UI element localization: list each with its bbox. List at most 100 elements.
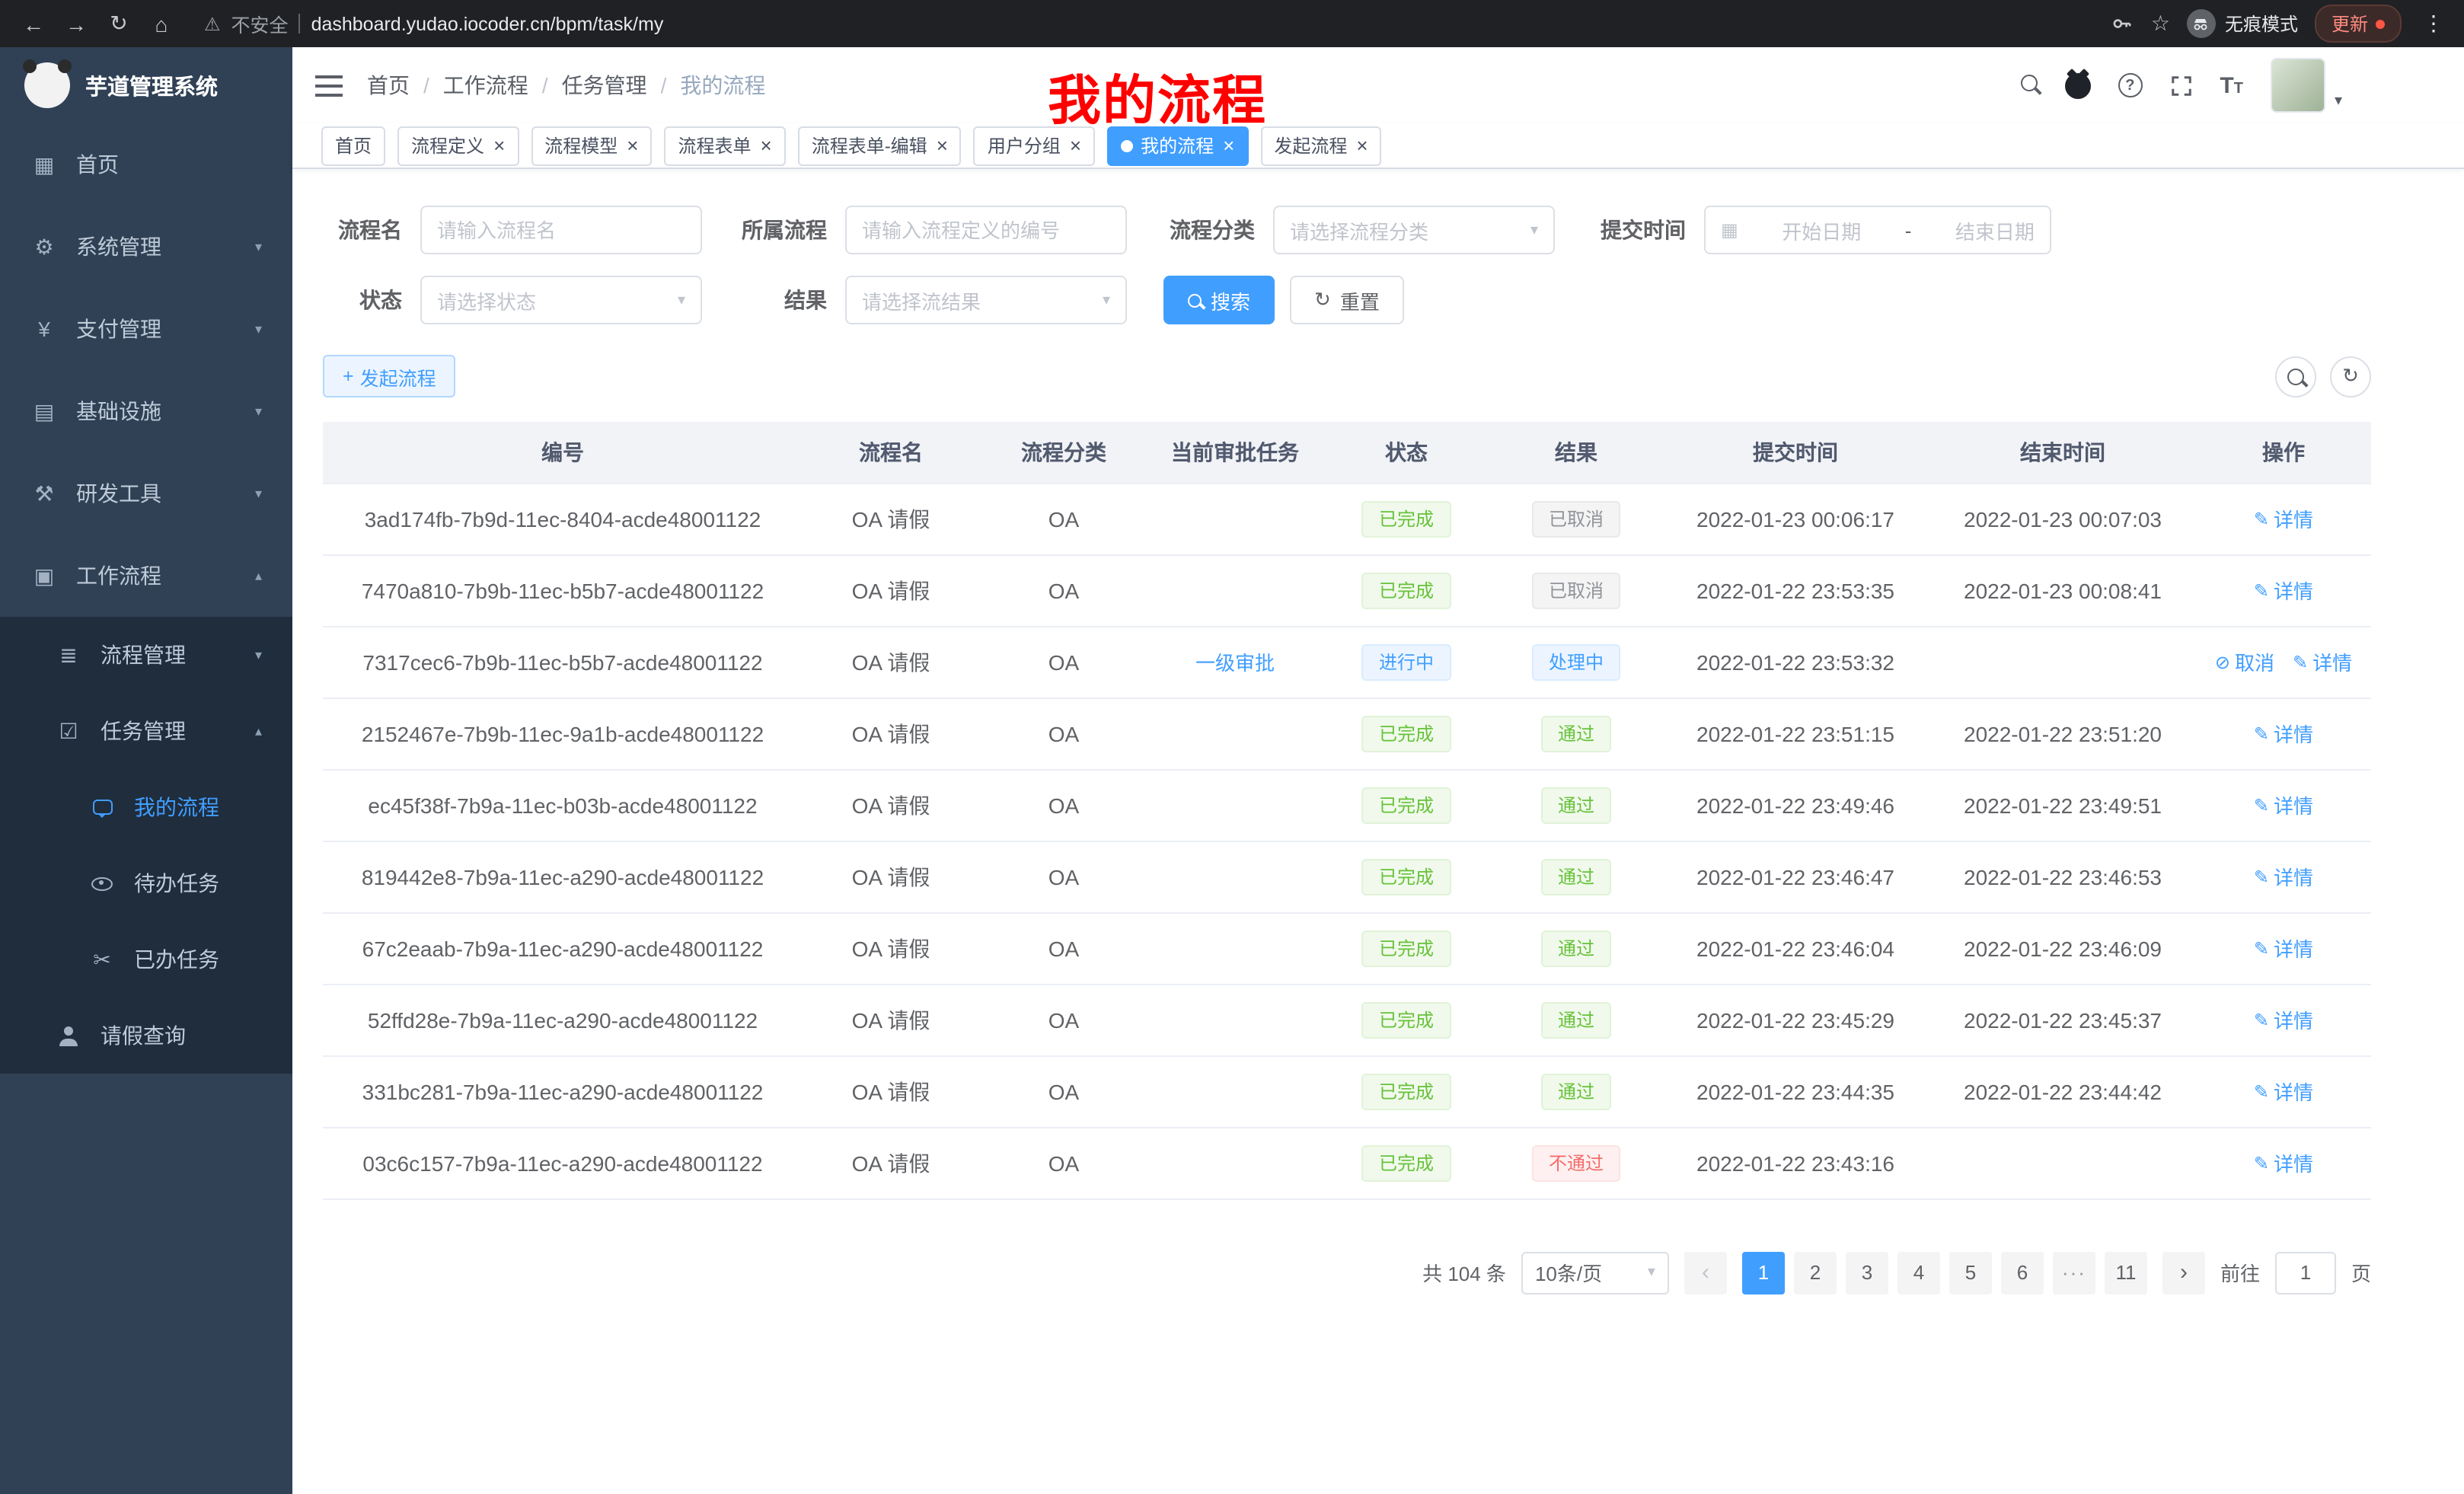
page-button[interactable]: 6 — [2001, 1251, 2044, 1294]
tab[interactable]: 流程表单-编辑 × — [798, 126, 962, 165]
sidebar-item-task-mgmt[interactable]: ☑ 任务管理 ▴ — [0, 693, 292, 769]
detail-link[interactable]: ✎ 详情 — [2254, 576, 2313, 605]
tab-close-icon[interactable]: × — [627, 136, 638, 155]
password-key-icon[interactable] — [2111, 12, 2134, 35]
detail-link[interactable]: ✎ 详情 — [2254, 1148, 2313, 1177]
edit-icon: ✎ — [2254, 508, 2269, 529]
tab-close-icon[interactable]: × — [937, 136, 948, 155]
sidebar-item-leave-query[interactable]: 请假查询 — [0, 998, 292, 1074]
fullscreen-icon[interactable] — [2169, 74, 2192, 97]
cell-category: OA — [979, 698, 1148, 769]
sidebar-item-my-process[interactable]: 我的流程 — [0, 769, 292, 845]
process-name-input[interactable] — [420, 206, 702, 254]
goto-page-input[interactable] — [2275, 1251, 2336, 1294]
start-process-button[interactable]: + 发起流程 — [323, 355, 456, 397]
sidebar-item-payment[interactable]: ¥ 支付管理 ▾ — [0, 288, 292, 370]
github-icon[interactable] — [2064, 72, 2090, 98]
category-select[interactable]: 请选择流程分类 ▾ — [1273, 206, 1555, 254]
sidebar-item-infrastructure[interactable]: ▤ 基础设施 ▾ — [0, 370, 292, 452]
url-text: dashboard.yudao.iocoder.cn/bpm/task/my — [311, 13, 664, 34]
page-button[interactable]: 3 — [1846, 1251, 1888, 1294]
browser-forward-button[interactable]: → — [58, 7, 94, 40]
toggle-search-button[interactable] — [2275, 356, 2316, 397]
refresh-table-button[interactable]: ↻ — [2330, 356, 2371, 397]
sidebar-item-workflow[interactable]: ▣ 工作流程 ▴ — [0, 535, 292, 617]
submit-time-range-picker[interactable]: ▦ 开始日期 - 结束日期 — [1704, 206, 2051, 254]
detail-link[interactable]: ✎ 详情 — [2254, 1077, 2313, 1106]
tab[interactable]: 我的流程 × — [1107, 126, 1248, 165]
address-bar[interactable]: ⚠ 不安全 dashboard.yudao.iocoder.cn/bpm/tas… — [204, 9, 2105, 38]
user-menu[interactable]: ▾ — [2271, 58, 2342, 113]
detail-link[interactable]: ✎ 详情 — [2293, 647, 2352, 676]
status-select[interactable]: 请选择状态 ▾ — [420, 276, 702, 324]
bookmark-star-icon[interactable]: ☆ — [2151, 11, 2170, 37]
app-logo[interactable]: 芋道管理系统 — [0, 47, 292, 123]
page-button[interactable]: 5 — [1949, 1251, 1992, 1294]
next-page-button[interactable]: › — [2162, 1251, 2205, 1294]
detail-link[interactable]: ✎ 详情 — [2254, 790, 2313, 819]
cancel-link[interactable]: ⊘ 取消 — [2215, 647, 2274, 676]
browser-home-button[interactable]: ⌂ — [143, 7, 180, 40]
breadcrumb-item-task-mgmt[interactable]: 任务管理 — [528, 70, 647, 101]
cell-category: OA — [979, 769, 1148, 841]
tab-close-icon[interactable]: × — [1356, 136, 1368, 155]
warning-icon: ⚠ — [204, 13, 221, 34]
prev-page-button[interactable]: ‹ — [1684, 1251, 1727, 1294]
tab[interactable]: 用户分组 × — [974, 126, 1095, 165]
page-button[interactable]: 2 — [1794, 1251, 1837, 1294]
edit-icon: ✎ — [2254, 723, 2269, 744]
tab[interactable]: 发起流程 × — [1260, 126, 1381, 165]
hamburger-menu-icon[interactable] — [315, 74, 343, 97]
search-button[interactable]: 搜索 — [1163, 276, 1275, 324]
col-end-time: 结束时间 — [1929, 422, 2196, 483]
tab-close-icon[interactable]: × — [761, 136, 772, 155]
cell-id: 7470a810-7b9b-11ec-b5b7-acde48001122 — [323, 554, 803, 626]
current-task-link[interactable]: 一级审批 — [1195, 647, 1275, 676]
cell-submit-time: 2022-01-22 23:43:16 — [1661, 1127, 1929, 1199]
cell-id: 67c2eaab-7b9a-11ec-a290-acde48001122 — [323, 912, 803, 984]
font-size-icon[interactable]: TT — [2220, 74, 2243, 97]
reset-button[interactable]: ↻ 重置 — [1290, 276, 1404, 324]
tab[interactable]: 流程模型 × — [531, 126, 652, 165]
col-category: 流程分类 — [979, 422, 1148, 483]
sidebar-item-process-mgmt[interactable]: ≣ 流程管理 ▾ — [0, 617, 292, 693]
search-icon[interactable] — [2020, 72, 2037, 99]
browser-back-button[interactable]: ← — [15, 7, 52, 40]
sidebar-item-devtools[interactable]: ⚒ 研发工具 ▾ — [0, 452, 292, 535]
detail-link[interactable]: ✎ 详情 — [2254, 934, 2313, 962]
help-icon[interactable]: ? — [2118, 73, 2142, 97]
category-label: 流程分类 — [1167, 215, 1255, 245]
sidebar-item-done-tasks[interactable]: ✂ 已办任务 — [0, 921, 292, 998]
tab[interactable]: 流程定义 × — [397, 126, 519, 165]
browser-reload-button[interactable]: ↻ — [101, 7, 137, 40]
browser-menu-icon[interactable]: ⋮ — [2418, 11, 2449, 37]
sidebar-item-todo-tasks[interactable]: 待办任务 — [0, 845, 292, 921]
cell-category: OA — [979, 626, 1148, 698]
status-badge: 已完成 — [1362, 1073, 1451, 1109]
page-button[interactable]: 11 — [2105, 1251, 2147, 1294]
breadcrumb-item-home[interactable]: 首页 — [367, 70, 410, 101]
page-size-select[interactable]: 10条/页 ▾ — [1521, 1251, 1669, 1294]
detail-link[interactable]: ✎ 详情 — [2254, 862, 2313, 891]
update-button[interactable]: 更新 — [2315, 5, 2402, 43]
page-button[interactable]: ··· — [2053, 1251, 2095, 1294]
page-button[interactable]: 4 — [1897, 1251, 1940, 1294]
detail-link[interactable]: ✎ 详情 — [2254, 504, 2313, 533]
detail-link[interactable]: ✎ 详情 — [2254, 1005, 2313, 1034]
detail-link[interactable]: ✎ 详情 — [2254, 719, 2313, 748]
sidebar-item-system[interactable]: ⚙ 系统管理 ▾ — [0, 206, 292, 288]
cell-status: 已完成 — [1322, 912, 1491, 984]
sidebar-item-home[interactable]: ▦ 首页 — [0, 123, 292, 206]
status-badge: 已完成 — [1362, 500, 1451, 537]
tab[interactable]: 流程表单 × — [664, 126, 785, 165]
cell-category: OA — [979, 912, 1148, 984]
tab-close-icon[interactable]: × — [1070, 136, 1081, 155]
tab-close-icon[interactable]: × — [1223, 136, 1234, 155]
tab-close-icon[interactable]: × — [493, 136, 505, 155]
breadcrumb-item-workflow[interactable]: 工作流程 — [410, 70, 528, 101]
tab[interactable]: 首页 × — [321, 126, 385, 165]
page-button[interactable]: 1 — [1742, 1251, 1785, 1294]
result-select[interactable]: 请选择流结果 ▾ — [845, 276, 1127, 324]
filter-row-2: 状态 请选择状态 ▾ 结果 请选择流结果 ▾ 搜索 — [323, 276, 2371, 324]
owner-process-input[interactable] — [845, 206, 1127, 254]
